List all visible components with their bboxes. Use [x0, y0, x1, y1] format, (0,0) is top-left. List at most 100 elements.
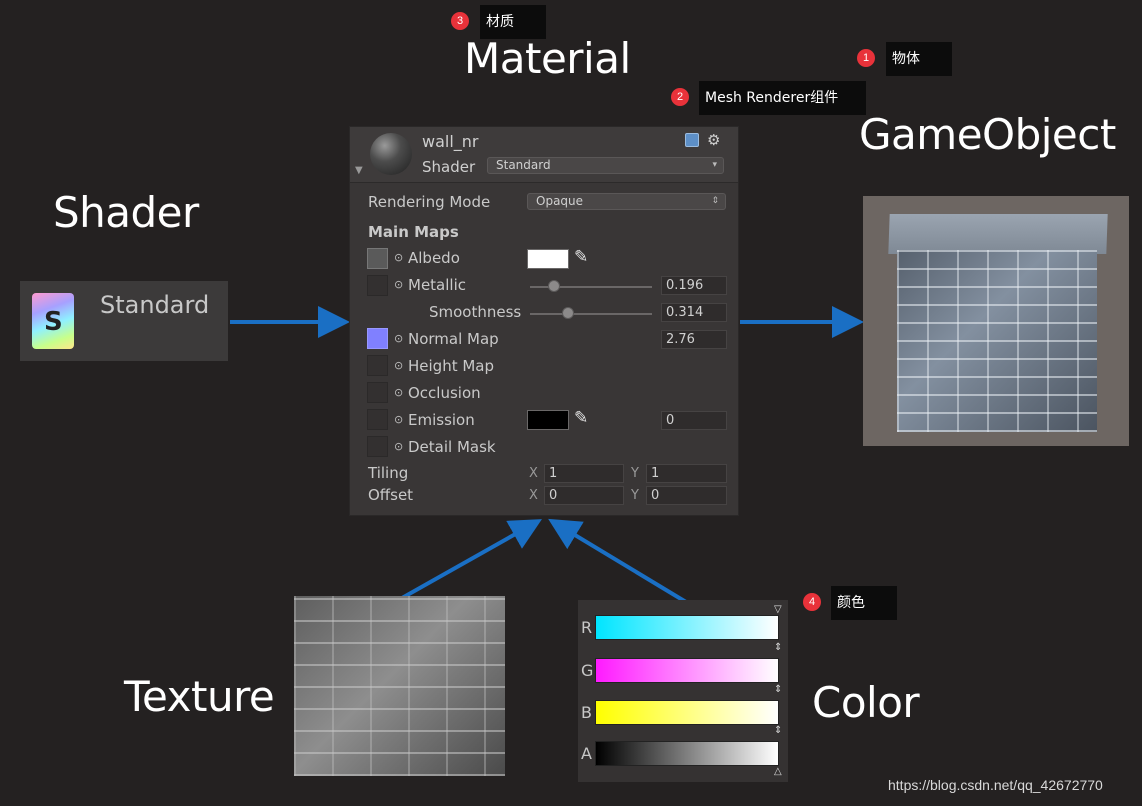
material-inspector: ▼ wall_nr Shader Standard ▾ ⚙ Rendering …: [349, 126, 739, 516]
channel-row-a: A: [578, 739, 788, 767]
detail-mask-texture-slot[interactable]: [367, 436, 388, 457]
stone-wall-texture: [294, 596, 505, 776]
channel-label: A: [581, 744, 592, 763]
foldout-arrow-icon[interactable]: ▼: [355, 165, 363, 176]
cube-stone-face: [897, 250, 1097, 432]
target-dot-icon[interactable]: ⊙: [394, 332, 403, 345]
emission-value-field[interactable]: 0: [661, 411, 727, 430]
shader-icon-letter: S: [44, 307, 63, 337]
eyedropper-icon[interactable]: ✎: [574, 247, 588, 267]
normal-map-label: Normal Map: [408, 330, 499, 348]
arrow-texture-to-material: [401, 519, 542, 600]
material-name: wall_nr: [422, 132, 479, 151]
channel-label: R: [581, 618, 593, 637]
smoothness-label: Smoothness: [429, 303, 522, 321]
target-dot-icon[interactable]: ⊙: [394, 440, 403, 453]
offset-y-field[interactable]: 0: [646, 486, 727, 505]
callout-color: 颜色: [831, 586, 897, 620]
slider-marker-icon[interactable]: ⇕: [774, 642, 782, 653]
color-channel-panel: R G B A ▽ ⇕ ⇕ ⇕ △: [578, 600, 788, 782]
channel-label: G: [581, 661, 594, 680]
rendering-mode-value: Opaque: [536, 194, 584, 208]
material-preview-sphere: [370, 133, 412, 175]
target-dot-icon[interactable]: ⊙: [394, 251, 403, 264]
channel-bar-r[interactable]: [595, 615, 779, 640]
smoothness-value-field[interactable]: 0.314: [661, 303, 727, 322]
emission-color-swatch[interactable]: [527, 410, 569, 430]
offset-x-field[interactable]: 0: [544, 486, 624, 505]
rendering-mode-dropdown[interactable]: Opaque ⇕: [527, 193, 726, 210]
shader-dropdown[interactable]: Standard ▾: [487, 157, 724, 174]
dropdown-arrow-icon: ▾: [712, 160, 717, 170]
smoothness-slider-knob[interactable]: [562, 307, 574, 319]
metallic-slider-knob[interactable]: [548, 280, 560, 292]
tiling-x-field[interactable]: 1: [544, 464, 624, 483]
normal-map-texture-slot[interactable]: [367, 328, 388, 349]
detail-mask-label: Detail Mask: [408, 438, 496, 456]
shader-dropdown-value: Standard: [496, 158, 551, 172]
offset-label: Offset: [368, 486, 414, 504]
emission-label: Emission: [408, 411, 475, 429]
offset-y-label: Y: [631, 488, 639, 503]
gameobject-preview: [863, 196, 1129, 446]
target-dot-icon[interactable]: ⊙: [394, 386, 403, 399]
cube-top-face: [888, 214, 1108, 254]
slider-marker-icon[interactable]: △: [774, 766, 782, 777]
callout-badge-4: 4: [803, 593, 821, 611]
occlusion-texture-slot[interactable]: [367, 382, 388, 403]
channel-bar-b[interactable]: [595, 700, 779, 725]
albedo-color-swatch[interactable]: [527, 249, 569, 269]
channel-bar-g[interactable]: [595, 658, 779, 683]
metallic-value-field[interactable]: 0.196: [661, 276, 727, 295]
callout-badge-1: 1: [857, 49, 875, 67]
heading-shader: Shader: [53, 188, 199, 237]
channel-row-r: R: [578, 613, 788, 641]
channel-row-g: G: [578, 656, 788, 684]
tiling-x-label: X: [529, 466, 538, 481]
slider-marker-icon[interactable]: ▽: [774, 604, 782, 615]
main-maps-label: Main Maps: [368, 223, 459, 241]
channel-row-b: B: [578, 698, 788, 726]
channel-bar-a[interactable]: [595, 741, 779, 766]
channel-label: B: [581, 703, 592, 722]
help-book-icon[interactable]: [685, 133, 699, 147]
slider-marker-icon[interactable]: ⇕: [774, 725, 782, 736]
albedo-texture-slot[interactable]: [367, 248, 388, 269]
callout-material: 材质: [480, 5, 546, 39]
tiling-y-field[interactable]: 1: [646, 464, 727, 483]
shader-asset[interactable]: S Standard: [20, 281, 228, 361]
updown-arrow-icon: ⇕: [711, 196, 719, 206]
offset-x-label: X: [529, 488, 538, 503]
target-dot-icon[interactable]: ⊙: [394, 413, 403, 426]
watermark-url: https://blog.csdn.net/qq_42672770: [888, 777, 1103, 793]
callout-mesh-renderer: Mesh Renderer组件: [699, 81, 866, 115]
emission-texture-slot[interactable]: [367, 409, 388, 430]
heading-gameobject: GameObject: [859, 110, 1116, 159]
gear-icon[interactable]: ⚙: [707, 133, 721, 148]
shader-label: Shader: [422, 158, 476, 176]
normal-map-value-field[interactable]: 2.76: [661, 330, 727, 349]
occlusion-label: Occlusion: [408, 384, 481, 402]
eyedropper-icon[interactable]: ✎: [574, 408, 588, 428]
callout-gameobject: 物体: [886, 42, 952, 76]
height-map-texture-slot[interactable]: [367, 355, 388, 376]
heading-material: Material: [464, 34, 631, 83]
height-map-label: Height Map: [408, 357, 495, 375]
callout-badge-2: 2: [671, 88, 689, 106]
callout-badge-3: 3: [451, 12, 469, 30]
albedo-label: Albedo: [408, 249, 460, 267]
target-dot-icon[interactable]: ⊙: [394, 278, 403, 291]
tiling-y-label: Y: [631, 466, 639, 481]
slider-marker-icon[interactable]: ⇕: [774, 684, 782, 695]
shader-file-icon: S: [32, 293, 74, 349]
heading-texture: Texture: [124, 672, 275, 721]
tiling-label: Tiling: [368, 464, 409, 482]
rendering-mode-label: Rendering Mode: [368, 193, 491, 211]
heading-color: Color: [812, 678, 920, 727]
metallic-texture-slot[interactable]: [367, 275, 388, 296]
target-dot-icon[interactable]: ⊙: [394, 359, 403, 372]
metallic-label: Metallic: [408, 276, 466, 294]
smoothness-slider-track[interactable]: [530, 313, 652, 315]
inspector-header: ▼ wall_nr Shader Standard ▾ ⚙: [350, 127, 738, 183]
arrow-color-to-material: [548, 518, 688, 604]
